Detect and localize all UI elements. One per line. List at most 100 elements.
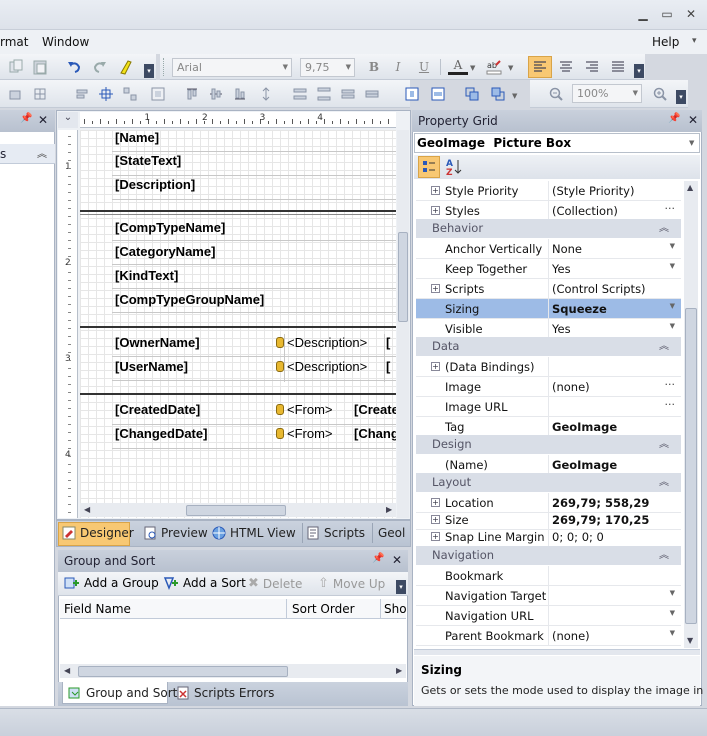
- property-row[interactable]: (Name) GeoImage: [416, 455, 681, 475]
- band-separator[interactable]: [80, 326, 396, 328]
- field-name[interactable]: [Name]: [115, 130, 159, 145]
- undo-icon[interactable]: [64, 57, 84, 77]
- add-group-button[interactable]: Add a Group: [64, 576, 159, 590]
- collapse-icon[interactable]: ︽: [659, 473, 669, 492]
- menu-help[interactable]: Help: [652, 35, 679, 49]
- zoom-in-icon[interactable]: [650, 84, 670, 104]
- field-desc-user[interactable]: <Description>: [287, 359, 367, 374]
- pin-icon[interactable]: 📌: [20, 113, 32, 124]
- property-row[interactable]: + Scripts (Control Scripts): [416, 279, 681, 299]
- italic-button[interactable]: I: [388, 57, 408, 77]
- band-separator[interactable]: [80, 393, 396, 395]
- property-row[interactable]: Navigation URL ▼: [416, 606, 681, 626]
- field-create-partial[interactable]: [Create: [354, 402, 396, 417]
- toolbar-overflow-icon[interactable]: ▾: [634, 64, 644, 78]
- toolbar-overflow-icon[interactable]: ▾: [144, 64, 154, 78]
- pin-icon[interactable]: 📌: [372, 553, 384, 564]
- add-sort-button[interactable]: Add a Sort: [163, 576, 246, 590]
- expand-icon[interactable]: +: [431, 206, 440, 215]
- property-value[interactable]: 0; 0; 0; 0: [552, 530, 604, 544]
- font-color-button[interactable]: A: [448, 57, 468, 75]
- tab-geo[interactable]: Geol: [378, 526, 405, 540]
- column-sort-order[interactable]: Sort Order: [292, 602, 355, 616]
- tab-scripts[interactable]: Scripts: [306, 526, 365, 540]
- property-value[interactable]: 269,79; 170,25: [552, 513, 649, 527]
- property-grid-vscroll-thumb[interactable]: [685, 308, 697, 624]
- bring-to-front-icon[interactable]: [462, 84, 482, 104]
- property-row[interactable]: Tag GeoImage: [416, 417, 681, 437]
- menu-overflow-icon[interactable]: ▾: [692, 36, 697, 46]
- group-sort-hscroll-thumb[interactable]: [78, 666, 288, 677]
- designer-vscroll-thumb[interactable]: [398, 232, 408, 322]
- redo-icon[interactable]: [90, 57, 110, 77]
- expand-icon[interactable]: +: [431, 186, 440, 195]
- design-surface[interactable]: [Name] [StateText] [Description] [CompTy…: [80, 130, 396, 518]
- ellipsis-icon[interactable]: ···: [665, 202, 676, 215]
- scroll-left-icon[interactable]: ◀: [64, 666, 70, 675]
- copy-icon[interactable]: [6, 57, 26, 77]
- band-separator[interactable]: [80, 210, 396, 212]
- minimize-button[interactable]: ▁: [634, 6, 652, 22]
- align-grid-icon[interactable]: [30, 84, 50, 104]
- underline-button[interactable]: U: [414, 57, 434, 77]
- toolbar-overflow-icon[interactable]: ▾: [676, 90, 686, 104]
- field-categoryname[interactable]: [CategoryName]: [115, 244, 215, 259]
- align-middles-icon[interactable]: [206, 84, 226, 104]
- dropdown-icon[interactable]: ▼: [670, 322, 675, 330]
- delete-button[interactable]: ✖ Delete: [248, 576, 302, 591]
- font-name-combo[interactable]: Arial ▼: [172, 58, 292, 77]
- designer-vscrollbar[interactable]: [397, 130, 409, 518]
- collapse-icon[interactable]: ︽: [659, 546, 669, 565]
- object-selector-dropdown-icon[interactable]: ▼: [689, 139, 694, 147]
- dropdown-icon[interactable]: ▼: [670, 302, 675, 310]
- property-value[interactable]: None: [552, 242, 582, 256]
- field-changeddate[interactable]: [ChangedDate]: [115, 426, 207, 441]
- tab-designer[interactable]: Designer: [62, 526, 134, 540]
- description-splitter[interactable]: [414, 649, 700, 655]
- ruler-corner-icon[interactable]: ⌄: [58, 112, 78, 128]
- property-value[interactable]: GeoImage: [552, 420, 617, 434]
- bold-button[interactable]: B: [364, 57, 384, 77]
- close-icon[interactable]: ✕: [392, 553, 402, 567]
- property-row[interactable]: + Style Priority (Style Priority): [416, 181, 681, 201]
- close-icon[interactable]: ✕: [688, 113, 698, 127]
- expand-icon[interactable]: +: [431, 532, 440, 541]
- property-value[interactable]: (Collection): [552, 204, 618, 218]
- field-kindtext[interactable]: [KindText]: [115, 268, 178, 283]
- property-value[interactable]: Yes: [552, 322, 571, 336]
- align-right-icon[interactable]: [582, 57, 602, 77]
- field-from-changed[interactable]: <From>: [287, 426, 333, 441]
- alphabetical-button[interactable]: AZ: [444, 157, 464, 178]
- property-value[interactable]: Yes: [552, 262, 571, 276]
- field-partial[interactable]: [: [386, 359, 390, 374]
- property-value[interactable]: (Control Scripts): [552, 282, 646, 296]
- field-statetext[interactable]: [StateText]: [115, 153, 181, 168]
- property-row[interactable]: + Snap Line Margin 0; 0; 0; 0: [416, 527, 681, 547]
- toolbar-overflow-icon[interactable]: ▾: [396, 580, 406, 594]
- expand-icon[interactable]: +: [431, 284, 440, 293]
- scroll-down-icon[interactable]: ▼: [687, 636, 693, 645]
- category-behavior[interactable]: Behavior ︽: [416, 219, 681, 238]
- tab-group-sort[interactable]: Group and Sort: [68, 686, 177, 700]
- property-value[interactable]: 269,79; 558,29: [552, 496, 649, 510]
- expand-icon[interactable]: +: [431, 515, 440, 524]
- property-row[interactable]: Navigation Target ▼: [416, 586, 681, 606]
- order-dropdown-icon[interactable]: ▼: [512, 92, 517, 100]
- restore-button[interactable]: ▭: [658, 6, 676, 22]
- scroll-right-icon[interactable]: ▶: [386, 505, 392, 514]
- property-row[interactable]: Image URL ···: [416, 397, 681, 417]
- font-color-dropdown-icon[interactable]: ▼: [470, 64, 475, 72]
- field-comptypegroupname[interactable]: [CompTypeGroupName]: [115, 292, 264, 307]
- category-data[interactable]: Data ︽: [416, 337, 681, 356]
- wizard-icon[interactable]: [116, 57, 136, 77]
- field-desc-owner[interactable]: <Description>: [287, 335, 367, 350]
- expand-icon[interactable]: +: [431, 362, 440, 371]
- property-row[interactable]: Sizing Squeeze ▼: [416, 299, 681, 319]
- ellipsis-icon[interactable]: ···: [665, 398, 676, 411]
- field-from-created[interactable]: <From>: [287, 402, 333, 417]
- bring-front-icon[interactable]: [6, 84, 26, 104]
- pin-icon[interactable]: 📌: [668, 113, 680, 124]
- property-value[interactable]: (none): [552, 380, 590, 394]
- property-value[interactable]: Squeeze: [552, 302, 607, 316]
- field-createddate[interactable]: [CreatedDate]: [115, 402, 200, 417]
